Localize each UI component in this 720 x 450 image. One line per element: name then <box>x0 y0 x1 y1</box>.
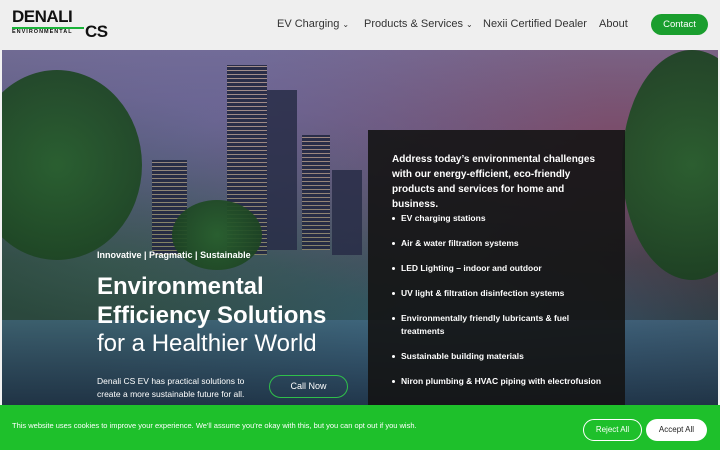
chevron-down-icon: ⌄ <box>466 20 473 29</box>
services-panel-heading: Address today’s environmental challenges… <box>392 154 596 210</box>
logo-word: DENALI <box>12 7 73 26</box>
hero-title-line-2: Efficiency Solutions <box>97 302 327 329</box>
services-list-item: LED Lighting – indoor and outdoor <box>392 262 607 275</box>
services-list-item: Niron plumbing & HVAC piping with electr… <box>392 375 607 388</box>
services-list-item: Air & water filtration systems <box>392 237 607 250</box>
chevron-down-icon: ⌄ <box>342 20 350 29</box>
hero-title-line-1: Environmental <box>97 273 264 300</box>
services-list: EV charging stations Air & water filtrat… <box>392 212 607 400</box>
site-header: DENALI ENVIRONMENTAL CS EV Charging ⌄ Pro… <box>0 0 720 50</box>
nav-about-label: About <box>599 18 628 30</box>
background-building <box>267 90 297 250</box>
nav-products-services[interactable]: Products & Services ⌄ <box>364 18 473 30</box>
hero-description: Denali CS EV has practical solutions to … <box>97 376 245 399</box>
logo-cs: CS <box>85 22 108 41</box>
services-list-item: UV light & filtration disinfection syste… <box>392 287 607 300</box>
hero-tagline: Innovative | Pragmatic | Sustainable <box>97 250 251 260</box>
logo-subtitle: ENVIRONMENTAL <box>12 29 73 35</box>
services-panel: Address today’s environmental challenges… <box>368 130 625 405</box>
cookie-banner-text: This website uses cookies to improve you… <box>12 421 417 430</box>
services-list-item: Environmentally friendly lubricants & fu… <box>392 312 607 337</box>
nav-ev-charging[interactable]: EV Charging ⌄ <box>277 18 349 30</box>
nav-ev-charging-label: EV Charging <box>277 18 340 30</box>
background-building <box>302 135 330 250</box>
hero-title-line-3: for a Healthier World <box>97 330 317 357</box>
denali-cs-logo[interactable]: DENALI ENVIRONMENTAL CS <box>12 7 108 41</box>
nav-products-services-label: Products & Services <box>364 18 464 30</box>
nav-nexii-certified-dealer[interactable]: Nexii Certified Dealer <box>483 18 587 30</box>
background-building <box>332 170 362 255</box>
background-tree <box>2 70 142 260</box>
call-now-button[interactable]: Call Now <box>269 375 348 398</box>
contact-button[interactable]: Contact <box>651 14 708 35</box>
nav-nexii-label: Nexii Certified Dealer <box>483 18 587 30</box>
nav-about[interactable]: About <box>599 18 628 30</box>
cookie-banner: This website uses cookies to improve you… <box>0 405 720 450</box>
hero-section: Innovative | Pragmatic | Sustainable Env… <box>2 50 718 405</box>
services-list-item: Sustainable building materials <box>392 350 607 363</box>
background-tree <box>622 50 718 280</box>
accept-all-button[interactable]: Accept All <box>646 419 707 441</box>
hero-title: Environmental Efficiency Solutions <box>97 272 326 330</box>
services-list-item: EV charging stations <box>392 212 607 225</box>
reject-all-button[interactable]: Reject All <box>583 419 642 441</box>
